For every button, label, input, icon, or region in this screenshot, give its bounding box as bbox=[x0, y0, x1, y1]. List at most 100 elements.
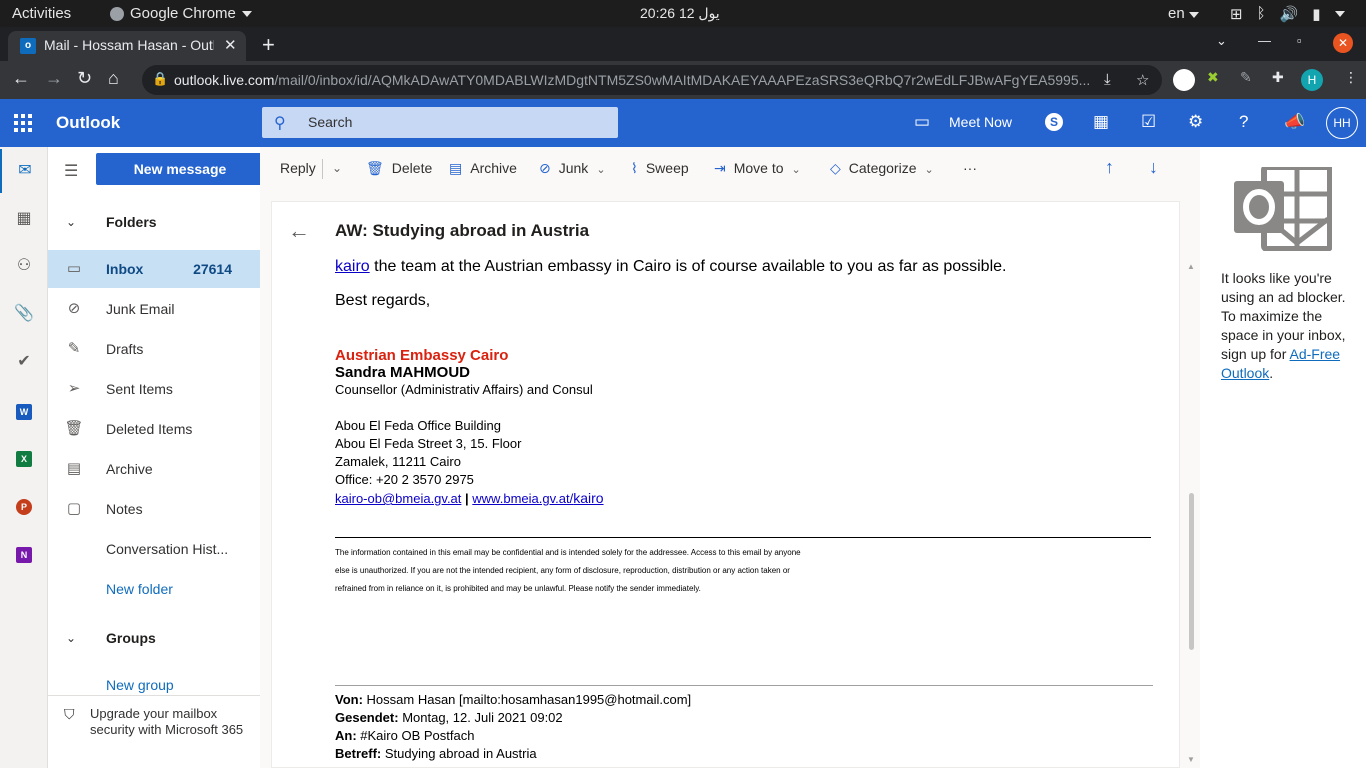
email-link[interactable]: kairo-ob@bmeia.gv.at bbox=[335, 491, 461, 506]
categorize-button[interactable]: ◇ Categorize ⌄ bbox=[830, 160, 934, 177]
next-message-arrow-icon[interactable]: ↓ bbox=[1149, 157, 1158, 178]
move-to-label: Move to bbox=[733, 160, 784, 176]
reload-icon[interactable]: ↻ bbox=[77, 68, 92, 89]
reply-options-chevron-icon[interactable]: ⌄ bbox=[332, 161, 342, 175]
video-camera-icon[interactable]: ▭ bbox=[914, 112, 930, 132]
extensions-puzzle-icon[interactable]: ✚ bbox=[1272, 69, 1284, 86]
volume-icon: 🔊 bbox=[1279, 6, 1299, 23]
folder-junk-email[interactable]: ⊘ Junk Email bbox=[48, 290, 260, 328]
mail-icon[interactable]: ✉ bbox=[0, 149, 48, 193]
back-arrow-icon[interactable]: ← bbox=[288, 218, 310, 244]
archive-button[interactable]: ▤ Archive bbox=[449, 160, 517, 177]
help-icon[interactable]: ? bbox=[1239, 112, 1248, 132]
new-message-button[interactable]: New message bbox=[96, 153, 264, 185]
folder-archive[interactable]: ▤ Archive bbox=[48, 450, 260, 488]
excel-icon[interactable]: X bbox=[16, 451, 32, 467]
field-key: Gesendet: bbox=[335, 710, 399, 725]
reply-button[interactable]: Reply bbox=[280, 160, 316, 176]
extension-cross-icon[interactable]: ✖ bbox=[1207, 69, 1219, 86]
skype-icon[interactable]: S bbox=[1045, 113, 1063, 131]
install-app-icon[interactable]: ⤓ bbox=[1104, 71, 1111, 88]
search-input[interactable]: ⚲ Search bbox=[262, 107, 618, 138]
scroll-down-arrow-icon[interactable]: ▼ bbox=[1187, 755, 1195, 764]
scrollbar-thumb[interactable] bbox=[1189, 493, 1194, 650]
minimize-icon[interactable]: — bbox=[1258, 33, 1271, 48]
folder-conversation-history[interactable]: Conversation Hist... bbox=[48, 530, 260, 568]
extension-circle-icon[interactable] bbox=[1173, 69, 1195, 91]
attachment-icon[interactable]: 📎 bbox=[0, 292, 48, 336]
folder-inbox[interactable]: ▭ Inbox 27614 bbox=[48, 250, 260, 288]
outlook-brand[interactable]: Outlook bbox=[56, 113, 120, 133]
account-avatar[interactable]: HH bbox=[1326, 107, 1358, 139]
gnome-top-bar: Activities Google Chrome 20:26 يول 12 en… bbox=[0, 0, 1366, 27]
folder-label: Sent Items bbox=[106, 381, 173, 397]
signature-divider bbox=[335, 537, 1151, 538]
archive-label: Archive bbox=[470, 160, 517, 176]
delete-button[interactable]: 🗑 Delete bbox=[366, 160, 432, 177]
scroll-up-arrow-icon[interactable]: ▲ bbox=[1187, 262, 1195, 271]
chrome-menu-icon[interactable]: ⋮ bbox=[1344, 69, 1358, 86]
junk-button[interactable]: ⊘ Junk ⌄ bbox=[539, 160, 606, 177]
maximize-icon[interactable]: ▫ bbox=[1297, 33, 1302, 48]
new-group-link[interactable]: New group bbox=[48, 665, 260, 695]
home-icon[interactable]: ⌂ bbox=[108, 68, 119, 89]
teams-icon[interactable]: ▦ bbox=[1093, 112, 1109, 132]
folders-section-label: Folders bbox=[106, 214, 157, 230]
folder-notes[interactable]: ▢ Notes bbox=[48, 490, 260, 528]
upgrade-banner[interactable]: ⛉ Upgrade your mailbox security with Mic… bbox=[48, 695, 260, 768]
app-launcher-icon[interactable] bbox=[14, 114, 32, 132]
website-link[interactable]: www.bmeia.gv.at/kairo bbox=[472, 490, 603, 506]
folder-drafts[interactable]: ✎ Drafts bbox=[48, 330, 260, 368]
url-path: /mail/0/inbox/id/AQMkADAwATY0MDABLWIzMDg… bbox=[274, 72, 1091, 88]
kairo-link[interactable]: kairo bbox=[335, 258, 370, 275]
address-bar[interactable]: 🔒 outlook.live.com/mail/0/inbox/id/AQMkA… bbox=[142, 65, 1162, 95]
move-to-button[interactable]: ⇥ Move to ⌄ bbox=[714, 160, 801, 177]
folder-label: Conversation Hist... bbox=[106, 541, 229, 557]
language-indicator[interactable]: en bbox=[1168, 5, 1199, 22]
system-tray[interactable]: ⊞ ᛒ 🔊 ▮ bbox=[1230, 5, 1345, 23]
website-link-host: www.bmeia.gv.at/ bbox=[472, 491, 574, 506]
lock-icon[interactable]: 🔒 bbox=[152, 71, 168, 87]
chevron-down-icon: ⌄ bbox=[596, 164, 606, 176]
window-close-icon[interactable]: ✕ bbox=[1333, 33, 1353, 53]
settings-gear-icon[interactable]: ⚙ bbox=[1188, 112, 1203, 132]
app-menu[interactable]: Google Chrome bbox=[110, 5, 252, 22]
regards: Best regards, bbox=[335, 292, 431, 309]
clock[interactable]: 20:26 يول 12 bbox=[640, 5, 720, 22]
chevron-down-icon bbox=[1188, 12, 1199, 18]
app-menu-label: Google Chrome bbox=[130, 5, 236, 22]
bookmark-star-icon[interactable]: ☆ bbox=[1136, 71, 1149, 89]
signature-office-phone: Office: +20 2 3570 2975 bbox=[335, 472, 474, 487]
more-actions-button[interactable]: ··· bbox=[963, 160, 977, 176]
forward-arrow-icon[interactable]: → bbox=[45, 68, 63, 89]
new-folder-link[interactable]: New folder bbox=[48, 570, 260, 608]
calendar-icon[interactable]: ▦ bbox=[0, 197, 48, 241]
back-arrow-icon[interactable]: ← bbox=[12, 68, 30, 89]
profile-avatar[interactable]: H bbox=[1301, 69, 1323, 91]
extension-pen-icon[interactable]: ✎ bbox=[1240, 69, 1252, 86]
groups-section-header[interactable]: ⌄ Groups bbox=[48, 621, 260, 657]
hamburger-menu-icon[interactable]: ☰ bbox=[64, 161, 78, 181]
folder-deleted-items[interactable]: 🗑 Deleted Items bbox=[48, 410, 260, 448]
url-text[interactable]: outlook.live.com/mail/0/inbox/id/AQMkADA… bbox=[174, 72, 1094, 88]
sweep-button[interactable]: ⌇ Sweep bbox=[631, 160, 689, 177]
folders-section-header[interactable]: ⌄ Folders bbox=[48, 205, 260, 241]
tab-close-icon[interactable]: ✕ bbox=[224, 36, 237, 54]
new-tab-icon[interactable]: + bbox=[262, 32, 275, 58]
field-value: #Kairo OB Postfach bbox=[356, 728, 475, 743]
search-icon: ⚲ bbox=[274, 115, 286, 132]
people-icon[interactable]: ⚇ bbox=[0, 244, 48, 288]
whats-new-megaphone-icon[interactable]: 📣 bbox=[1284, 112, 1305, 132]
activities-button[interactable]: Activities bbox=[12, 5, 71, 22]
my-day-icon[interactable]: ☑ bbox=[1141, 112, 1156, 132]
todo-check-icon[interactable]: ✔ bbox=[0, 340, 48, 384]
meet-now-button[interactable]: Meet Now bbox=[949, 114, 1012, 130]
onenote-icon[interactable]: N bbox=[16, 547, 32, 563]
word-icon[interactable]: W bbox=[16, 404, 32, 420]
tab-search-icon[interactable]: ⌄ bbox=[1216, 33, 1227, 49]
folder-sent-items[interactable]: ➢ Sent Items bbox=[48, 370, 260, 408]
powerpoint-icon[interactable]: P bbox=[16, 499, 32, 515]
groups-section-label: Groups bbox=[106, 630, 156, 646]
browser-tab[interactable]: o Mail - Hossam Hasan - Outlook ✕ bbox=[8, 31, 246, 61]
previous-message-arrow-icon[interactable]: ↑ bbox=[1105, 157, 1114, 178]
